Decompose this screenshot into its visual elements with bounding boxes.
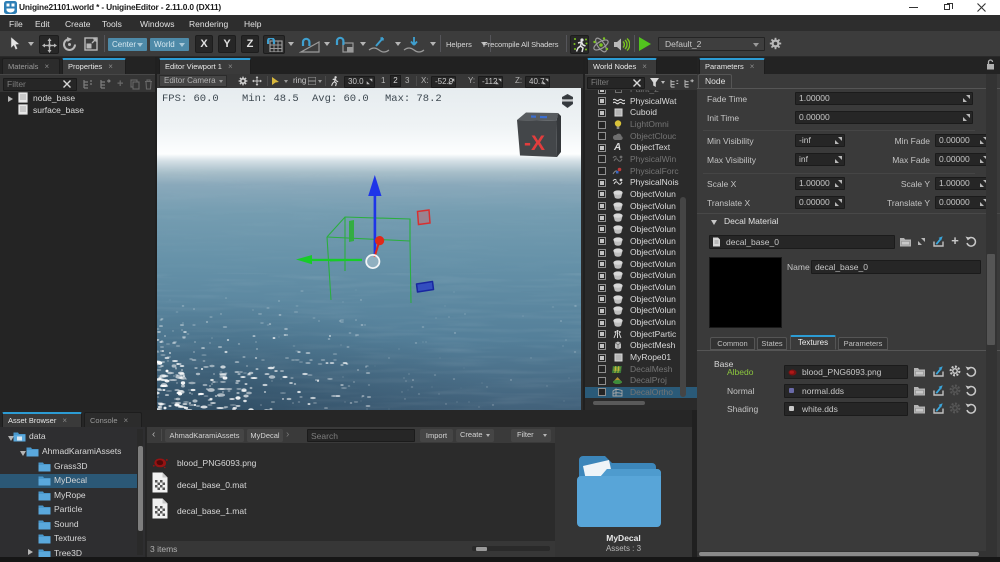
svg-text:Min: 48.5: Min: 48.5	[242, 93, 299, 105]
svg-text:Avg: 60.0: Avg: 60.0	[312, 93, 369, 105]
svg-text:FPS: 60.0: FPS: 60.0	[162, 93, 219, 105]
svg-text:-X: -X	[524, 132, 545, 155]
svg-text:Max: 78.2: Max: 78.2	[385, 93, 442, 105]
